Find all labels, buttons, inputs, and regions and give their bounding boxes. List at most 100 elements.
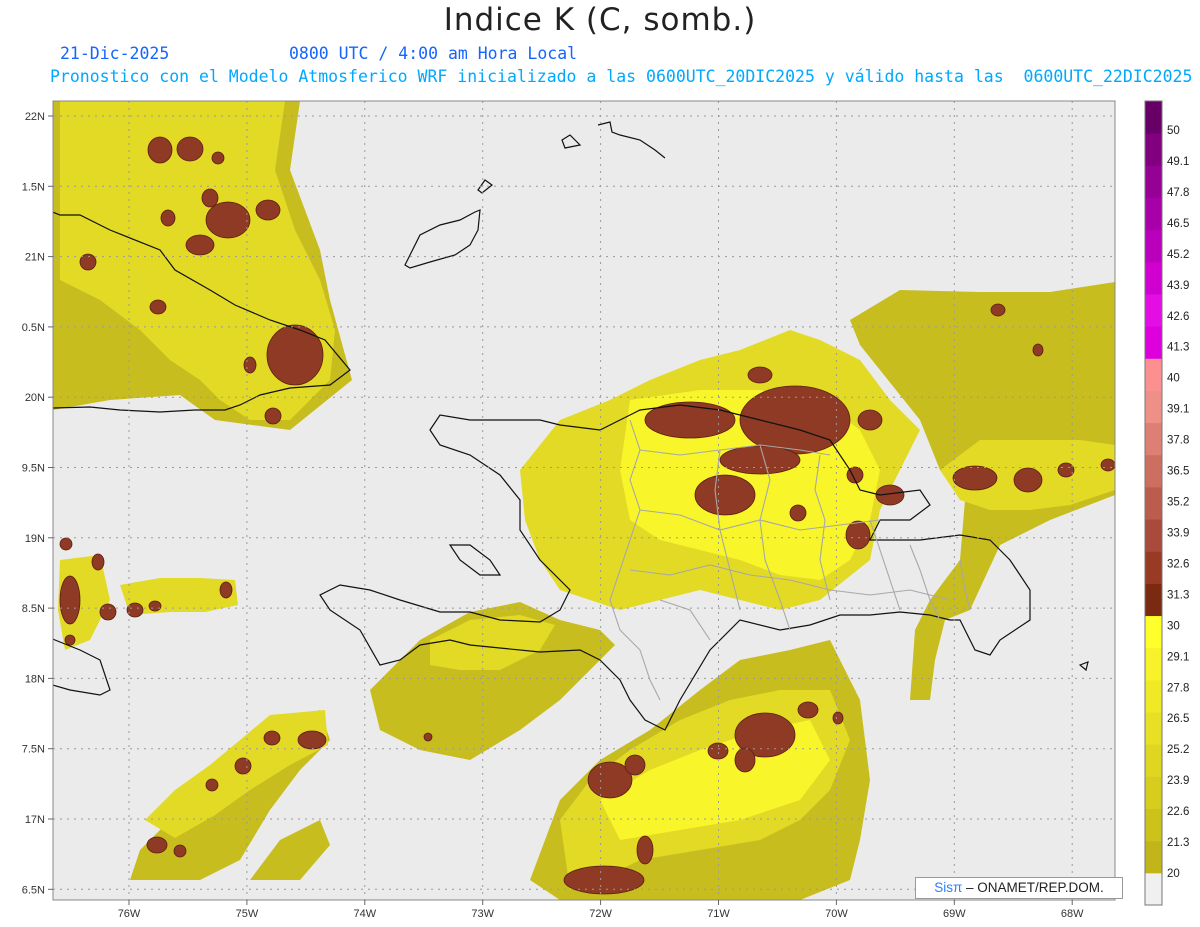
colorbar-label: 46.5: [1167, 218, 1189, 230]
lat-label: 22N: [25, 111, 45, 123]
colorbar-swatch: [1145, 647, 1162, 681]
k-core: [205, 778, 219, 792]
k-core: [266, 324, 324, 386]
colorbar-label: 26.5: [1167, 713, 1189, 725]
colorbar-label: 32.6: [1167, 558, 1189, 570]
colorbar-swatch: [1145, 486, 1162, 520]
k-core: [734, 747, 756, 773]
k-core: [563, 865, 645, 895]
k-core: [176, 136, 204, 162]
colorbar-swatch: [1145, 808, 1162, 842]
colorbar-swatch: [1145, 840, 1162, 874]
k-core: [694, 474, 756, 516]
colorbar-label: 40: [1167, 373, 1180, 385]
colorbar-swatch: [1145, 101, 1162, 134]
colorbar-swatch: [1145, 615, 1162, 649]
colorbar-label: 35.2: [1167, 497, 1189, 509]
k-core: [160, 209, 176, 227]
colorbar-label: 30: [1167, 620, 1180, 632]
k-core: [59, 575, 81, 625]
colorbar-swatch: [1145, 165, 1162, 198]
colorbar-swatch: [1145, 261, 1162, 295]
colorbar-swatch: [1145, 326, 1162, 359]
lat-label: 17N: [25, 814, 45, 826]
k-index-map: 76W 75W 74W 73W 72W 71W 70W 69W 68W 22N 1.5N 21N 0.5…: [22, 100, 1189, 920]
k-core: [1100, 458, 1115, 472]
colorbar-label: 41.3: [1167, 342, 1189, 354]
lon-label: 76W: [118, 908, 141, 920]
k-core: [234, 757, 252, 775]
colorbar-label: 31.3: [1167, 589, 1189, 601]
colorbar-label: 42.6: [1167, 311, 1189, 323]
lon-label: 70W: [825, 908, 848, 920]
colorbar-swatch: [1145, 390, 1162, 424]
k-core: [91, 553, 105, 571]
k-core: [147, 136, 173, 164]
colorbar-swatch: [1145, 712, 1162, 745]
k-core: [719, 445, 801, 475]
colorbar-label: 21.3: [1167, 837, 1189, 849]
k-core: [263, 730, 281, 746]
k-core: [1032, 343, 1044, 357]
k-core: [1057, 462, 1075, 478]
colorbar-label: 39.1: [1167, 404, 1189, 416]
colorbar-label: 43.9: [1167, 280, 1189, 292]
k-core: [636, 835, 654, 865]
colorbar-swatch: [1145, 133, 1162, 166]
lon-label: 74W: [353, 908, 376, 920]
lon-label: 69W: [943, 908, 966, 920]
lat-label: 20N: [25, 392, 45, 404]
colorbar-swatch: [1145, 197, 1162, 231]
k-core: [845, 520, 871, 550]
lon-label: 73W: [471, 908, 494, 920]
colorbar-label: 47.8: [1167, 187, 1189, 199]
lat-label: 18N: [25, 673, 45, 685]
colorbar-label: 45.2: [1167, 249, 1189, 261]
lon-label: 68W: [1061, 908, 1084, 920]
k-core: [173, 844, 187, 858]
colorbar-swatch: [1145, 872, 1162, 906]
lon-label: 75W: [236, 908, 259, 920]
lat-label: 1.5N: [22, 181, 45, 193]
colorbar-swatch: [1145, 229, 1162, 263]
k-core: [149, 299, 167, 315]
lon-label: 71W: [707, 908, 730, 920]
k-core: [832, 711, 844, 725]
k-core: [297, 730, 327, 750]
colorbar-label: 22.6: [1167, 806, 1189, 818]
k-core: [146, 836, 168, 854]
k-core: [64, 634, 76, 646]
lat-label: 19N: [25, 533, 45, 545]
credit-box: Sisπ – ONAMET/REP.DOM.: [915, 877, 1123, 899]
colorbar-label: 20: [1167, 868, 1180, 880]
k-core: [201, 188, 219, 208]
colorbar-swatch: [1145, 422, 1162, 456]
lat-label: 8.5N: [22, 603, 45, 615]
lat-label: 0.5N: [22, 322, 45, 334]
lon-label: 72W: [589, 908, 612, 920]
k-core: [219, 581, 233, 599]
k-core: [789, 504, 807, 522]
credit-brand: Sisπ: [934, 880, 963, 895]
k-core: [739, 385, 851, 455]
colorbar-label: 33.9: [1167, 527, 1189, 539]
colorbar-swatch: [1145, 519, 1162, 552]
k-core: [1013, 467, 1043, 493]
colorbar-swatch: [1145, 551, 1162, 584]
colorbar-swatch: [1145, 358, 1162, 391]
colorbar-label: 36.5: [1167, 466, 1189, 478]
k-core: [990, 303, 1006, 317]
k-core: [148, 600, 162, 612]
colorbar-label: 29.1: [1167, 651, 1189, 663]
colorbar-label: 27.8: [1167, 682, 1189, 694]
k-core: [423, 732, 433, 742]
colorbar: 50 49.1 47.8 46.5 45.2 43.9 42.6 41.3 40 39.1 37.8…: [1144, 100, 1189, 906]
colorbar-label: 25.2: [1167, 744, 1189, 756]
k-core: [243, 356, 257, 374]
colorbar-swatch: [1145, 293, 1162, 327]
k-core: [264, 407, 282, 425]
colorbar-label: 50: [1167, 125, 1180, 137]
k-core: [747, 366, 773, 384]
k-core: [211, 151, 225, 165]
k-core: [205, 201, 251, 239]
